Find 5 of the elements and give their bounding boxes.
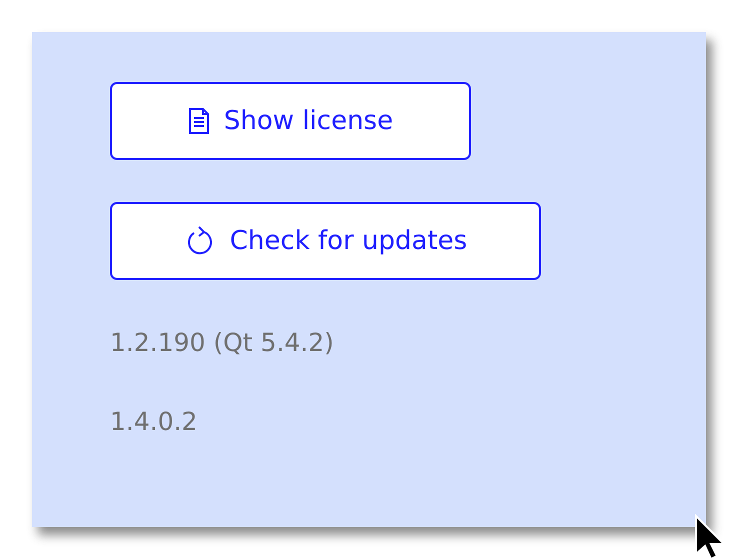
version-text: 1.4.0.2 — [110, 407, 198, 437]
show-license-button[interactable]: Show license — [110, 82, 471, 160]
version-text: 1.2.190 (Qt 5.4.2) — [110, 328, 334, 358]
document-icon — [188, 107, 210, 135]
check-updates-button[interactable]: Check for updates — [110, 202, 541, 280]
